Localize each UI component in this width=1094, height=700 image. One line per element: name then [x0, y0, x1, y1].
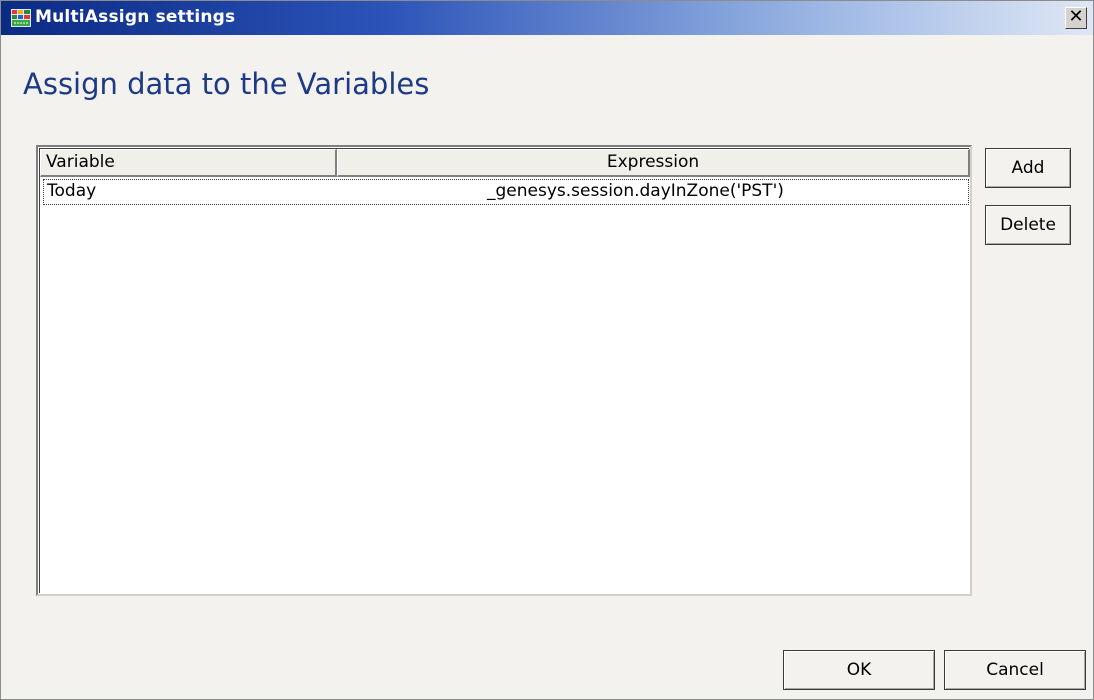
app-icon	[11, 9, 31, 27]
delete-button[interactable]: Delete	[985, 205, 1071, 245]
add-button[interactable]: Add	[985, 148, 1071, 188]
cell-variable[interactable]: Today	[47, 180, 96, 202]
table-row[interactable]: Today _genesys.session.dayInZone('PST')	[43, 179, 969, 205]
ok-button[interactable]: OK	[783, 650, 935, 690]
ok-button-label: OK	[846, 660, 872, 680]
page-title: Assign data to the Variables	[23, 67, 430, 101]
multiassign-dialog: MultiAssign settings ✕ Assign data to th…	[0, 0, 1094, 700]
variables-grid[interactable]: Variable Expression Today _genesys.sessi…	[36, 145, 972, 596]
cell-expression[interactable]: _genesys.session.dayInZone('PST')	[487, 180, 784, 202]
delete-button-label: Delete	[1000, 215, 1056, 235]
cancel-button-label: Cancel	[986, 660, 1044, 680]
close-button[interactable]: ✕	[1065, 7, 1087, 29]
column-header-expression[interactable]: Expression	[337, 149, 970, 177]
window-title: MultiAssign settings	[35, 7, 236, 27]
add-button-label: Add	[1011, 158, 1045, 178]
grid-body: Variable Expression Today _genesys.sessi…	[39, 148, 970, 593]
title-bar[interactable]: MultiAssign settings ✕	[1, 1, 1093, 35]
column-header-variable[interactable]: Variable	[40, 149, 337, 177]
close-icon: ✕	[1068, 6, 1084, 27]
cancel-button[interactable]: Cancel	[944, 650, 1086, 690]
